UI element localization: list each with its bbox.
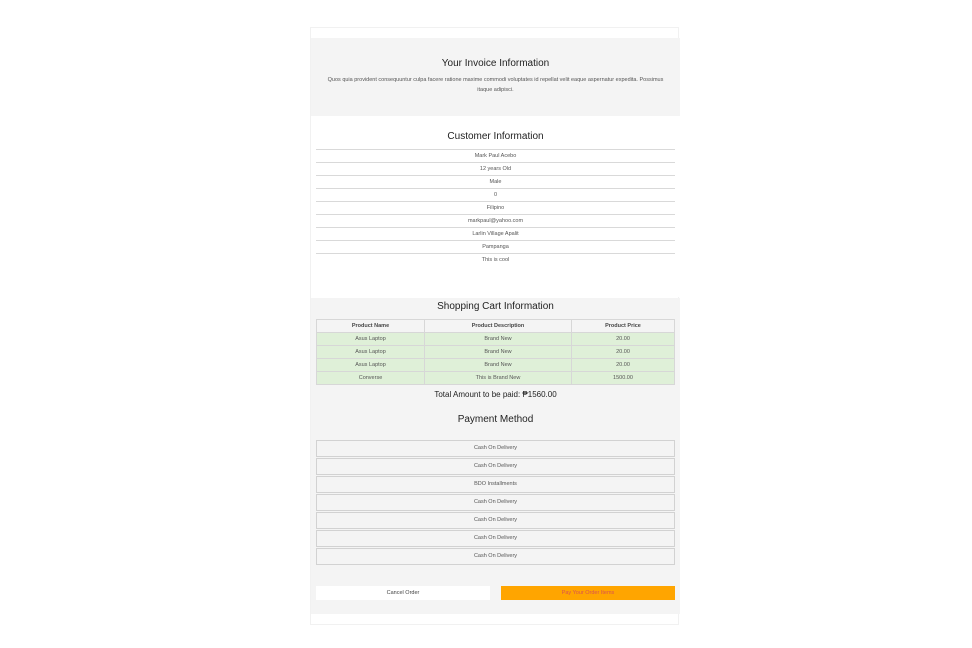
- cart-section: Shopping Cart Information Product Name P…: [311, 298, 680, 406]
- page: Your Invoice Information Quos quia provi…: [0, 0, 972, 648]
- invoice-description: Quos quia provident consequuntur culpa f…: [327, 77, 664, 93]
- cart-table: Product Name Product Description Product…: [316, 319, 675, 385]
- payment-section: Payment Method Cash On Delivery Cash On …: [311, 406, 680, 614]
- cart-title: Shopping Cart Information: [437, 301, 554, 312]
- payment-option-button[interactable]: Cash On Delivery: [316, 530, 675, 547]
- customer-age: 12 years Old: [316, 162, 675, 175]
- table-header-row: Product Name Product Description Product…: [316, 319, 675, 333]
- column-header: Product Description: [424, 319, 572, 333]
- customer-gender: Male: [316, 175, 675, 188]
- table-row: Asus Laptop Brand New 20.00: [316, 345, 675, 359]
- payment-title: Payment Method: [457, 414, 534, 425]
- total-amount: Total Amount to be paid: ₱1560.00: [434, 390, 557, 399]
- product-name: Asus Laptop: [316, 345, 425, 359]
- product-price: 20.00: [571, 345, 675, 359]
- product-description: Brand New: [424, 358, 572, 372]
- column-header: Product Name: [316, 319, 425, 333]
- payment-option-button[interactable]: Cash On Delivery: [316, 494, 675, 511]
- pay-order-button[interactable]: Pay Your Order Items: [501, 586, 675, 600]
- order-actions: Cancel Order Pay Your Order Items: [316, 586, 675, 600]
- product-price: 1500.00: [571, 371, 675, 385]
- product-name: Asus Laptop: [316, 332, 425, 346]
- customer-address: Larlin Village Apalit: [316, 227, 675, 240]
- customer-title: Customer Information: [447, 131, 544, 142]
- product-description: Brand New: [424, 345, 572, 359]
- product-price: 20.00: [571, 332, 675, 346]
- customer-name: Mark Paul Acebo: [316, 149, 675, 162]
- payment-option-button[interactable]: Cash On Delivery: [316, 512, 675, 529]
- customer-section: Customer Information Mark Paul Acebo 12 …: [311, 116, 680, 297]
- customer-list: Mark Paul Acebo 12 years Old Male 0 Fili…: [316, 149, 675, 266]
- customer-email: markpaul@yahoo.com: [316, 214, 675, 227]
- product-name: Asus Laptop: [316, 358, 425, 372]
- table-row: Asus Laptop Brand New 20.00: [316, 358, 675, 372]
- product-price: 20.00: [571, 358, 675, 372]
- customer-province: Pampanga: [316, 240, 675, 253]
- payment-options: Cash On Delivery Cash On Delivery BDO In…: [316, 440, 675, 566]
- customer-number: 0: [316, 188, 675, 201]
- customer-note: This is cool: [316, 253, 675, 266]
- column-header: Product Price: [571, 319, 675, 333]
- table-row: Converse This is Brand New 1500.00: [316, 371, 675, 385]
- product-description: This is Brand New: [424, 371, 572, 385]
- payment-option-button[interactable]: BDO Installments: [316, 476, 675, 493]
- product-description: Brand New: [424, 332, 572, 346]
- table-row: Asus Laptop Brand New 20.00: [316, 332, 675, 346]
- payment-option-button[interactable]: Cash On Delivery: [316, 440, 675, 457]
- customer-nationality: Filipino: [316, 201, 675, 214]
- invoice-header: Your Invoice Information Quos quia provi…: [311, 38, 680, 116]
- invoice-card: Your Invoice Information Quos quia provi…: [310, 27, 680, 625]
- payment-option-button[interactable]: Cash On Delivery: [316, 458, 675, 475]
- product-name: Converse: [316, 371, 425, 385]
- payment-option-button[interactable]: Cash On Delivery: [316, 548, 675, 565]
- invoice-title: Your Invoice Information: [441, 58, 550, 69]
- cancel-order-button[interactable]: Cancel Order: [316, 586, 490, 600]
